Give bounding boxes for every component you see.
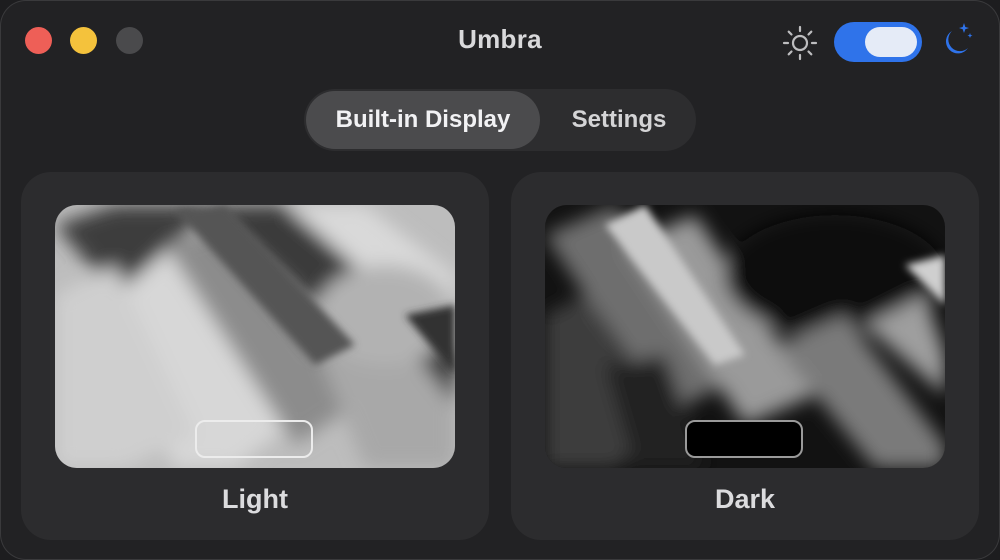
dark-mode-label: Dark — [714, 484, 776, 514]
menu-bar-indicator-dark — [685, 420, 803, 458]
menu-bar-indicator-light — [195, 420, 313, 458]
toggle-knob — [865, 27, 917, 57]
tab-built-in-display[interactable]: Built-in Display — [306, 91, 540, 149]
app-window: Umbra Built-in Display Settings Light Da… — [0, 0, 1000, 560]
dark-mode-card[interactable]: Dark — [511, 172, 979, 540]
display-segmented-control: Built-in Display Settings — [304, 89, 696, 151]
light-mode-label: Light — [222, 484, 288, 514]
light-mode-card[interactable]: Light — [21, 172, 489, 540]
moon-sparkle-icon — [945, 23, 973, 54]
sun-icon — [782, 25, 818, 61]
tab-settings[interactable]: Settings — [544, 89, 694, 151]
appearance-toggle[interactable] — [834, 22, 922, 62]
